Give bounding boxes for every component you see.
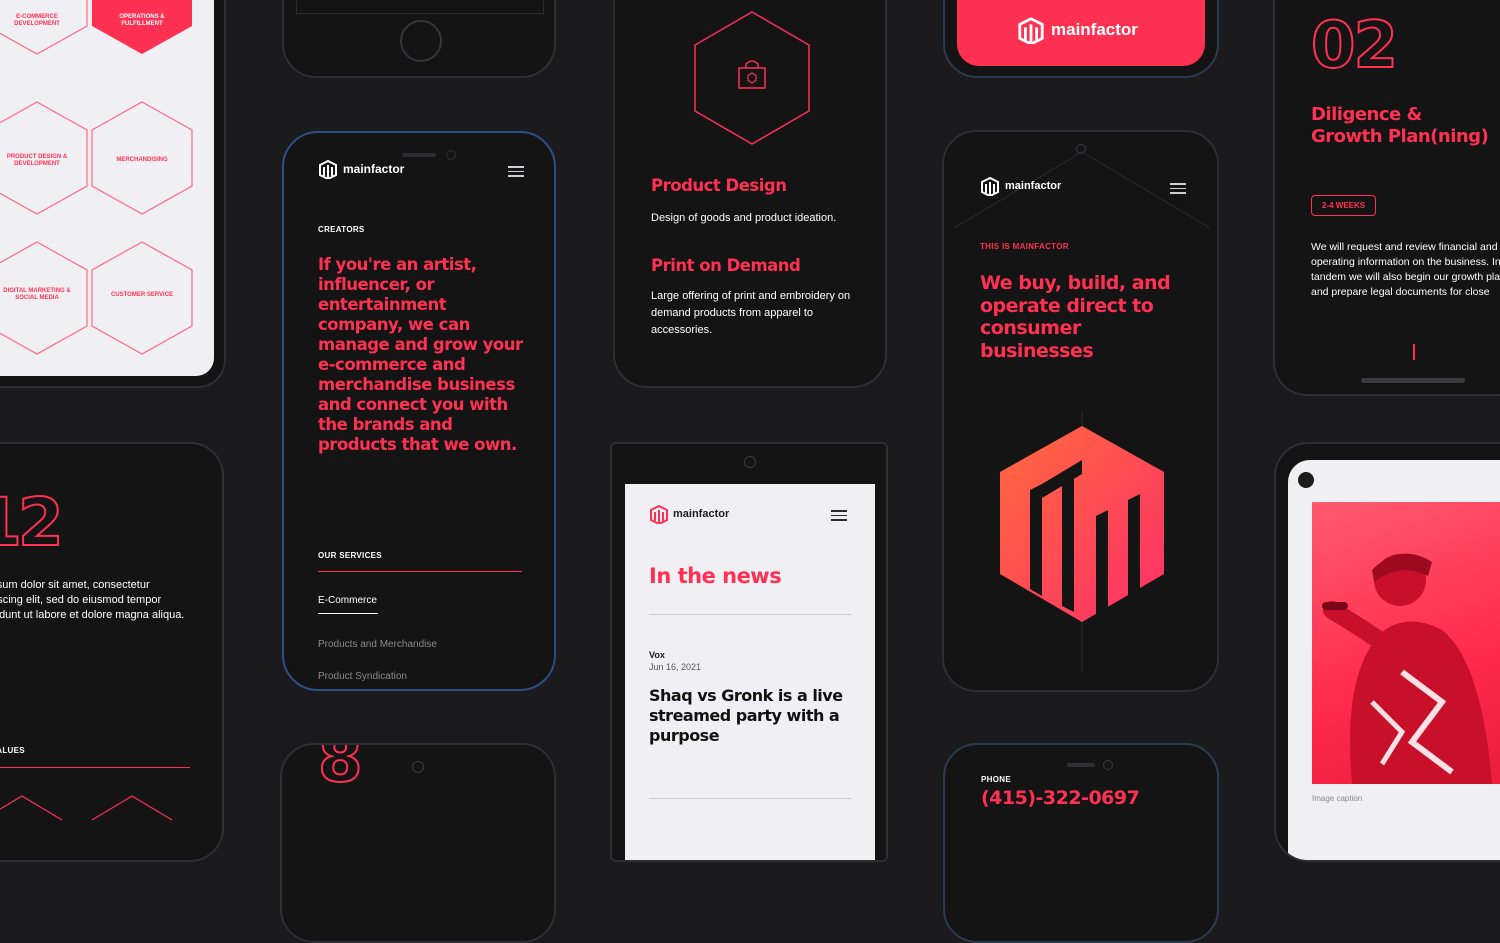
mainfactor-logo-icon: [650, 504, 668, 524]
values-number: 12: [0, 483, 65, 562]
hero-device: mainfactor THIS IS MAINFACTOR We buy, bu…: [942, 130, 1219, 692]
print-on-demand-title: Print on Demand: [651, 256, 801, 275]
brand-logo[interactable]: mainfactor: [318, 159, 404, 179]
service-tab-syndication[interactable]: Product Syndication: [318, 671, 407, 682]
news-screen: mainfactor In the news Vox Jun 16, 2021 …: [625, 484, 875, 860]
brand-name: mainfactor: [1005, 180, 1062, 192]
image-caption: Image caption: [1312, 794, 1363, 803]
values-device: 12 Lorem ipsum dolor sit amet, consectet…: [0, 442, 224, 862]
scroll-indicator: [1413, 344, 1415, 360]
camera: [1298, 472, 1314, 488]
news-headline[interactable]: Shaq vs Gronk is a live streamed party w…: [649, 686, 849, 746]
news-device: mainfactor In the news Vox Jun 16, 2021 …: [610, 442, 888, 862]
values-body: Lorem ipsum dolor sit amet, consectetur …: [0, 579, 185, 621]
services-device: Product Design Design of goods and produ…: [613, 0, 887, 388]
service-tab-underline: [318, 613, 378, 614]
red-header: mainfactor: [957, 0, 1205, 66]
mainfactor-logo-icon: [319, 159, 337, 179]
outline-numeral: 8: [317, 743, 364, 798]
hex-grid: [0, 0, 193, 355]
values-heading: OUR VALUES: [0, 746, 25, 755]
brand-name: mainfactor: [673, 508, 730, 520]
mainfactor-logo-icon: [1018, 17, 1044, 44]
camera: [412, 761, 424, 773]
camera: [1103, 760, 1113, 770]
creators-eyebrow: CREATORS: [318, 225, 365, 234]
hero-headline: We buy, build, and operate direct to con…: [980, 272, 1171, 362]
product-design-title: Product Design: [651, 176, 787, 195]
artist-image: [1312, 502, 1500, 784]
contact-phone-link[interactable]: (415)-322-0697: [981, 787, 1140, 809]
print-on-demand-body: Large offering of print and embroidery o…: [651, 290, 851, 336]
product-design-body: Design of goods and product ideation.: [651, 212, 837, 224]
duration-badge: 2-4 WEEKS: [1311, 195, 1377, 216]
hex-label: CUSTOMER SERVICE: [110, 292, 174, 298]
values-divider: [0, 767, 190, 768]
service-tab-ecommerce[interactable]: E-Commerce: [318, 595, 377, 606]
hex-label: MERCHANDISING: [116, 157, 168, 163]
home-indicator: [1361, 378, 1465, 383]
menu-icon[interactable]: [1170, 180, 1186, 197]
contact-label: PHONE: [981, 775, 1011, 784]
top-screen-edge: [296, 0, 544, 14]
menu-icon[interactable]: [508, 163, 524, 180]
hex-services-device: E-COMMERCE DEVELOPMENT OPERATIONS & FULF…: [0, 0, 226, 388]
home-button[interactable]: [400, 20, 442, 62]
hex-label: OPERATIONS & FULFILLMENT: [119, 14, 165, 27]
news-title: In the news: [649, 564, 782, 588]
hex-label: DIGITAL MARKETING & SOCIAL MEDIA: [3, 288, 71, 301]
brand-logo[interactable]: mainfactor: [1017, 16, 1138, 44]
brand-header-device: mainfactor: [943, 0, 1219, 78]
camera: [744, 456, 756, 468]
news-date: Jun 16, 2021: [649, 662, 702, 672]
mainfactor-logo-icon: [981, 176, 999, 196]
brand-logo[interactable]: mainfactor: [980, 176, 1061, 196]
services-heading: OUR SERVICES: [318, 551, 382, 560]
contact-device: PHONE (415)-322-0697: [943, 743, 1219, 943]
image-screen: Image caption: [1288, 460, 1500, 860]
service-tab-products[interactable]: Products and Merchandise: [318, 639, 437, 650]
numeral-device: 8: [280, 743, 556, 943]
mainfactor-mark-icon: [1000, 426, 1164, 622]
brand-name: mainfactor: [1051, 20, 1138, 39]
step-number: 02: [1310, 8, 1399, 84]
news-source: Vox: [649, 650, 665, 660]
speaker: [1067, 763, 1095, 767]
image-device: Image caption: [1274, 442, 1500, 862]
shopping-bag-icon: [738, 60, 766, 89]
diligence-device: 02 Diligence & Growth Plan(ning) 2-4 WEE…: [1273, 0, 1500, 396]
performer-silhouette: [1322, 553, 1492, 784]
brand-name: mainfactor: [343, 162, 405, 176]
step-body: We will request and review financial and…: [1311, 241, 1500, 298]
camera: [446, 150, 456, 160]
top-device: [282, 0, 556, 78]
news-divider: [649, 798, 851, 799]
creators-device: mainfactor CREATORS If you're an artist,…: [282, 131, 556, 691]
creators-headline: If you're an artist, influencer, or ente…: [318, 255, 523, 454]
speaker: [402, 153, 436, 157]
hex-label: PRODUCT DESIGN & DEVELOPMENT: [6, 154, 68, 167]
step-title: Diligence & Growth Plan(ning): [1311, 104, 1489, 147]
news-divider: [649, 614, 851, 615]
services-divider: [318, 571, 522, 572]
menu-icon[interactable]: [831, 507, 847, 524]
values-hex-outline: [0, 795, 173, 821]
hero-eyebrow: THIS IS MAINFACTOR: [980, 242, 1069, 251]
hex-label: E-COMMERCE DEVELOPMENT: [14, 14, 60, 27]
brand-logo[interactable]: mainfactor: [649, 504, 729, 524]
